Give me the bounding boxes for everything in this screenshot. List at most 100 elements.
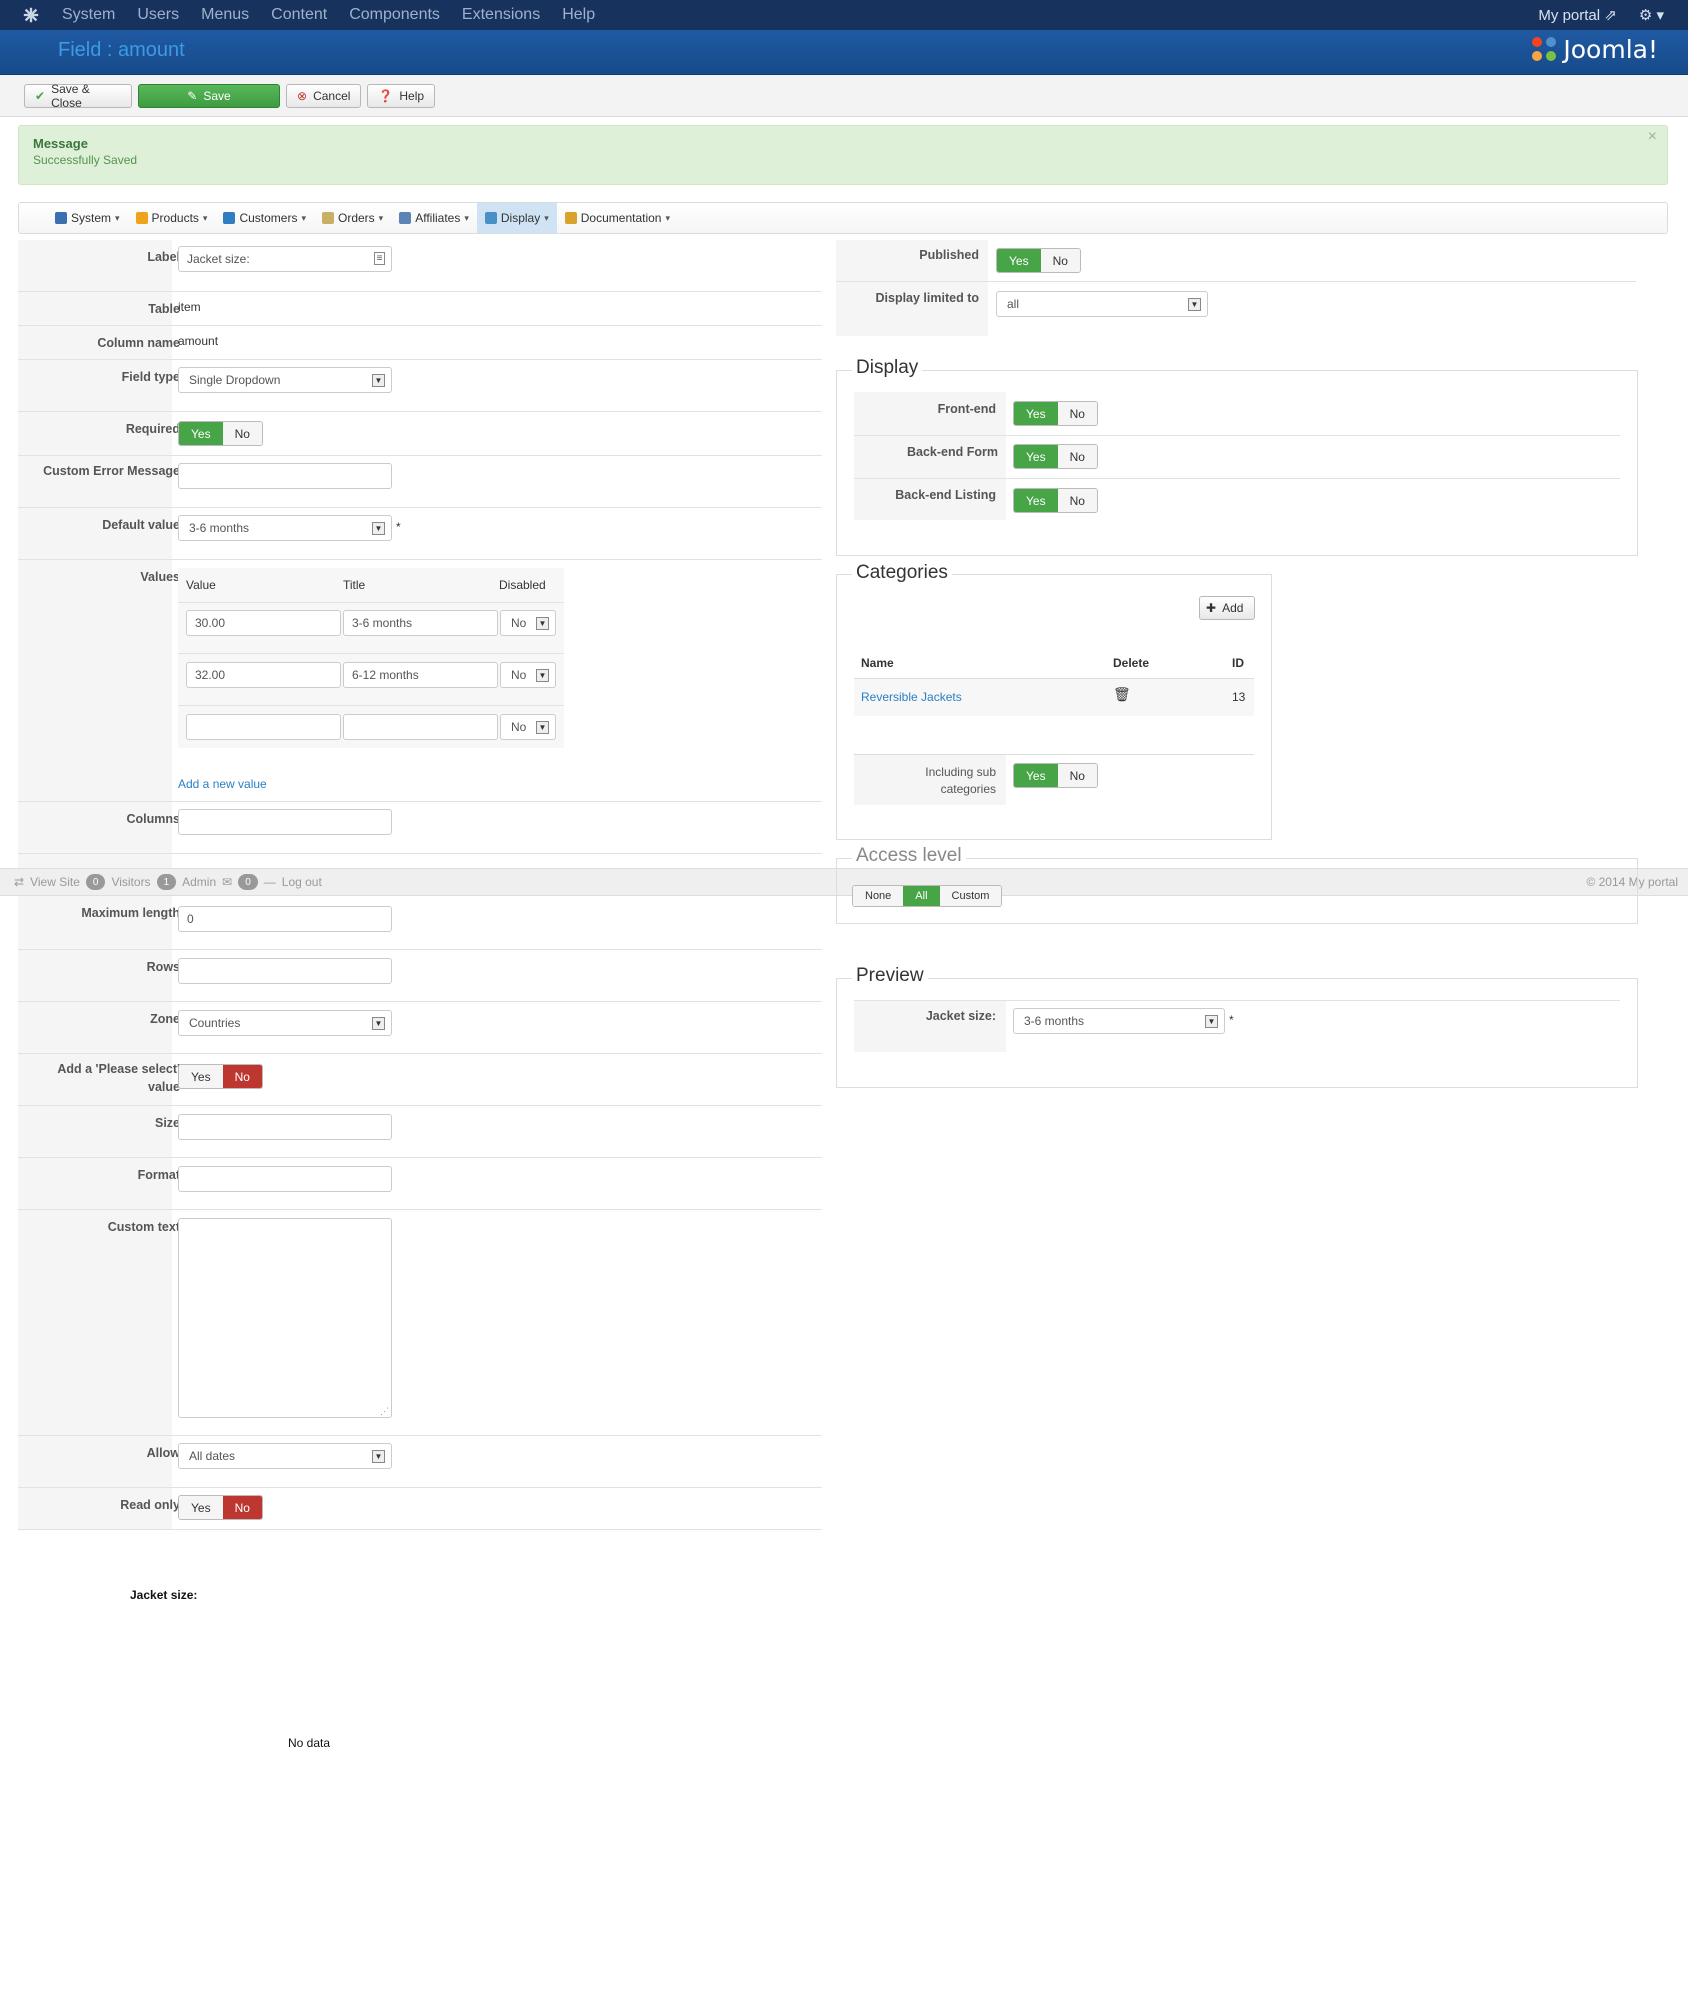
table-value: item [178,300,201,314]
front-end-yes[interactable]: Yes [1014,402,1058,425]
logout-link[interactable]: Log out [282,875,322,889]
including-yes[interactable]: Yes [1014,764,1058,787]
save-button[interactable]: ✎ Save [138,83,280,108]
published-no[interactable]: No [1040,249,1080,272]
front-end-toggle[interactable]: Yes No [1013,401,1098,426]
disabled-select-1[interactable]: No ▼ [500,610,556,636]
access-all[interactable]: All [903,886,940,906]
back-form-toggle[interactable]: Yes No [1013,444,1098,469]
subnav-display[interactable]: Display ▾ [476,203,557,233]
published-toggle[interactable]: Yes No [996,248,1081,273]
value-input-3[interactable] [186,714,341,740]
access-none[interactable]: None [853,886,904,906]
access-custom[interactable]: Custom [939,886,1002,906]
read-only-no[interactable]: No [222,1496,262,1519]
disabled-3: No [511,720,527,734]
title-input-1[interactable]: 3-6 months [343,610,498,636]
display-limited-select[interactable]: all ▼ [996,291,1208,317]
close-icon[interactable]: × [1648,128,1657,146]
category-name-link[interactable]: Reversible Jackets [861,690,962,704]
subnav-customers[interactable]: Customers ▾ [215,203,314,233]
save-close-button[interactable]: ✔ Save & Close [24,82,132,110]
check-icon: ✔ [35,88,46,103]
cancel-button[interactable]: ⊗ Cancel [286,83,362,108]
add-new-value-link[interactable]: Add a new value [178,777,267,791]
help-button[interactable]: ❓ Help [367,83,436,108]
value-2: 32.00 [195,668,226,682]
menu-menus[interactable]: Menus [201,6,249,24]
subnav-system[interactable]: System ▾ [47,203,128,233]
zone-select[interactable]: Countries ▼ [178,1010,392,1036]
cancel-icon: ⊗ [297,88,308,103]
label-input[interactable]: Jacket size: ≡ [178,246,392,272]
title-input-3[interactable] [343,714,498,740]
back-listing-yes[interactable]: Yes [1014,489,1058,512]
value-input-1[interactable]: 30.00 [186,610,341,636]
published-yes[interactable]: Yes [997,249,1041,272]
dropdown-arrow-icon: ▼ [536,721,549,734]
menu-extensions[interactable]: Extensions [462,6,540,24]
view-site-link[interactable]: View Site [30,875,80,889]
custom-error-input[interactable] [178,463,392,489]
visitors-label: Visitors [111,875,151,889]
menu-system[interactable]: System [62,6,115,24]
my-portal-link[interactable]: My portal ⇗ [1538,6,1616,24]
please-select-toggle[interactable]: Yes No [178,1064,263,1089]
default-value-select[interactable]: 3-6 months ▼ [178,515,392,541]
value-input-2[interactable]: 32.00 [186,662,341,688]
menu-components[interactable]: Components [349,6,440,24]
category-id: 13 [1232,690,1246,704]
including-no[interactable]: No [1057,764,1097,787]
required-no[interactable]: No [222,422,262,445]
read-only-label: Read only [120,1498,180,1512]
rows-input[interactable] [178,958,392,984]
menu-users[interactable]: Users [137,6,179,24]
please-select-no[interactable]: No [222,1065,262,1088]
back-listing-toggle[interactable]: Yes No [1013,488,1098,513]
front-end-no[interactable]: No [1057,402,1097,425]
help-label: Help [399,88,425,103]
my-portal-label: My portal [1538,7,1601,24]
including-sub-toggle[interactable]: Yes No [1013,763,1098,788]
preview-select[interactable]: 3-6 months ▼ [1013,1008,1225,1034]
users-icon [223,212,236,224]
format-input[interactable] [178,1166,392,1192]
trash-icon[interactable]: 🗑 [1113,686,1131,703]
please-select-yes[interactable]: Yes [179,1065,223,1088]
resize-handle-icon[interactable]: ⋰ [380,1406,389,1417]
subnav-label: System [71,211,112,225]
disabled-select-3[interactable]: No ▼ [500,714,556,740]
row-table: Table [18,292,822,326]
subnav-products[interactable]: Products ▾ [128,203,216,233]
read-only-toggle[interactable]: Yes No [178,1495,263,1520]
subnav-affiliates[interactable]: Affiliates ▾ [391,203,477,233]
row-field-type: Field type [18,360,822,412]
back-listing-no[interactable]: No [1057,489,1097,512]
please-select-label: Add a 'Please select' value [57,1062,180,1094]
brand-text: Joomla! [1563,34,1658,64]
columns-input[interactable] [178,809,392,835]
back-form-no[interactable]: No [1057,445,1097,468]
read-only-yes[interactable]: Yes [179,1496,223,1519]
required-yes[interactable]: Yes [179,422,223,445]
access-level-toggle[interactable]: None All Custom [852,885,1003,907]
disabled-select-2[interactable]: No ▼ [500,662,556,688]
menu-help[interactable]: Help [562,6,595,24]
allow-select[interactable]: All dates ▼ [178,1443,392,1469]
joomla-menu-icon[interactable] [0,6,62,24]
menu-content[interactable]: Content [271,6,327,24]
default-value-label: Default value [102,518,180,532]
settings-gear-icon[interactable]: ⚙ ▾ [1639,6,1664,24]
title-input-2[interactable]: 6-12 months [343,662,498,688]
add-category-button[interactable]: ✚ Add [1199,596,1255,620]
subnav-documentation[interactable]: Documentation ▾ [557,203,678,233]
back-form-yes[interactable]: Yes [1014,445,1058,468]
subnav-orders[interactable]: Orders ▾ [314,203,391,233]
max-length-input[interactable]: 0 [178,906,392,932]
required-toggle[interactable]: Yes No [178,421,263,446]
field-type-select[interactable]: Single Dropdown ▼ [178,367,392,393]
tools-icon [55,212,67,224]
translate-icon[interactable]: ≡ [374,252,385,265]
custom-text-textarea[interactable]: ⋰ [178,1218,392,1418]
size-input[interactable] [178,1114,392,1140]
